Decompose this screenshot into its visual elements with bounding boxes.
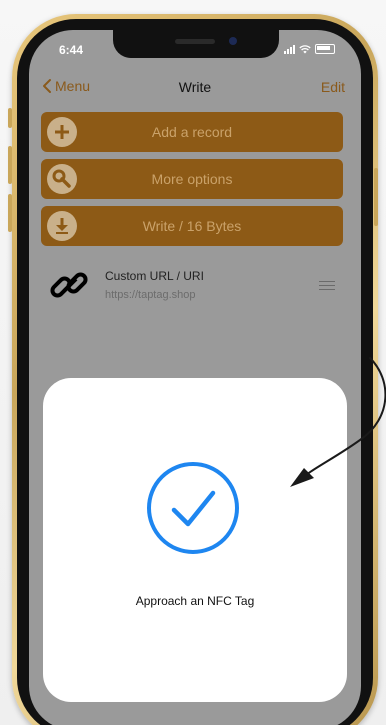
- reorder-icon[interactable]: [319, 278, 335, 293]
- add-record-label: Add a record: [151, 124, 233, 140]
- record-url: https://taptag.shop: [105, 289, 196, 301]
- screenshot-stage: 6:44 Menu Write Edit Add a record More o…: [0, 0, 386, 725]
- record-row[interactable]: Custom URL / URI https://taptag.shop: [41, 254, 343, 316]
- add-record-button[interactable]: Add a record: [41, 112, 343, 152]
- plus-circle-icon: [47, 117, 77, 147]
- nfc-message: Approach an NFC Tag: [135, 594, 255, 608]
- wrench-icon: [47, 164, 77, 194]
- record-text: Custom URL / URI https://taptag.shop: [105, 269, 319, 301]
- notch: [113, 30, 279, 58]
- write-button[interactable]: Write / 16 Bytes: [41, 206, 343, 246]
- phone-volume-up-button: [8, 146, 12, 184]
- status-time: 6:44: [59, 43, 84, 57]
- phone-power-button: [374, 168, 378, 226]
- status-icons: [284, 44, 335, 54]
- download-icon: [47, 211, 77, 241]
- write-label: Write / 16 Bytes: [142, 218, 242, 234]
- phone-screen: 6:44 Menu Write Edit Add a record More o…: [29, 30, 361, 725]
- signal-icon: [284, 45, 295, 54]
- edit-button[interactable]: Edit: [321, 79, 345, 95]
- checkmark-circle-icon: [147, 462, 239, 554]
- more-options-label: More options: [151, 171, 233, 187]
- link-icon: [50, 272, 88, 298]
- phone-side-button: [8, 108, 12, 128]
- speaker-grille: [175, 39, 215, 44]
- wifi-icon: [299, 45, 311, 54]
- record-title: Custom URL / URI: [105, 269, 204, 283]
- navigation-bar: Menu Write Edit: [29, 64, 361, 110]
- front-camera: [229, 37, 237, 45]
- battery-icon: [315, 44, 335, 54]
- phone-volume-down-button: [8, 194, 12, 232]
- page-title: Write: [178, 79, 212, 95]
- more-options-button[interactable]: More options: [41, 159, 343, 199]
- nfc-scan-sheet: Approach an NFC Tag: [43, 378, 347, 702]
